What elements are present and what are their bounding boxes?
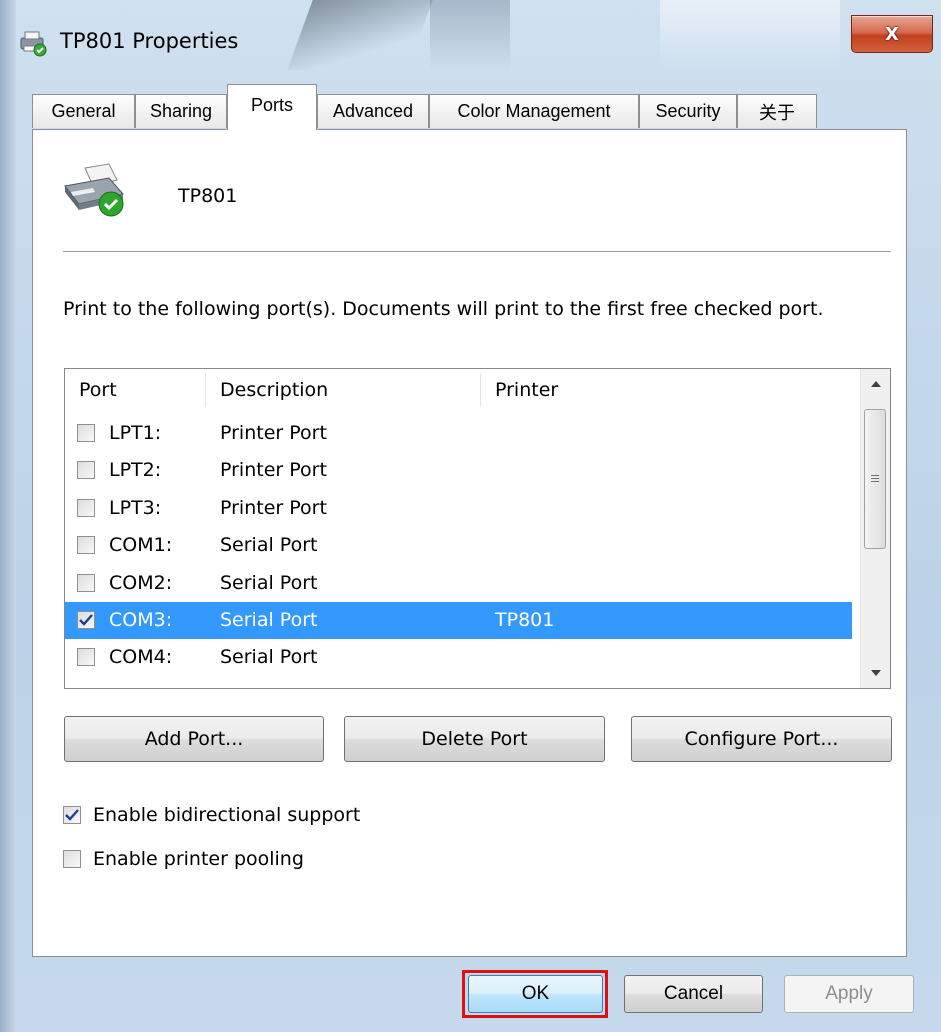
ports-tab-panel: TP801 Print to the following port(s). Do…: [32, 129, 907, 957]
tab-sharing[interactable]: Sharing: [135, 94, 227, 128]
port-port-cell: LPT3:: [109, 496, 162, 519]
port-checkbox[interactable]: [77, 461, 95, 480]
chevron-down-icon: [870, 670, 881, 676]
window-title: TP801 Properties: [60, 29, 239, 53]
tab-label: Advanced: [332, 101, 414, 121]
column-header-printer[interactable]: Printer: [481, 369, 851, 411]
tab-security[interactable]: Security: [639, 94, 737, 128]
port-row[interactable]: LPT2: Printer Port: [65, 452, 852, 489]
scrollbar-thumb[interactable]: [864, 409, 886, 549]
port-checkbox[interactable]: [77, 424, 95, 442]
port-description-cell: Serial Port: [220, 646, 318, 669]
tab-label: Color Management: [457, 101, 611, 121]
tab-color-management[interactable]: Color Management: [429, 94, 639, 128]
port-port-cell: COM4:: [109, 646, 173, 669]
port-description-cell: Serial Port: [220, 534, 318, 557]
divider: [63, 251, 891, 252]
tab-label: 关于: [759, 102, 795, 123]
bidirectional-support-option[interactable]: Enable bidirectional support: [63, 800, 360, 830]
port-row[interactable]: LPT1: Printer Port: [65, 415, 852, 452]
glass-decoration: [287, 0, 433, 70]
properties-window: TP801 Properties X General Sharing Ports…: [0, 0, 941, 1032]
cancel-button[interactable]: Cancel: [624, 975, 763, 1013]
port-port-cell: COM3:: [109, 609, 173, 631]
printer-pooling-option[interactable]: Enable printer pooling: [63, 844, 304, 874]
checkmark-icon: [65, 809, 79, 821]
port-port-cell: COM1:: [109, 534, 173, 557]
checkmark-icon: [79, 614, 93, 626]
port-list-header: Port Description Printer: [65, 369, 860, 411]
tab-about[interactable]: 关于: [737, 94, 817, 128]
port-description-cell: Printer Port: [220, 496, 327, 519]
port-checkbox[interactable]: [77, 573, 95, 592]
printer-icon: [63, 162, 133, 222]
window-frame-edge: [0, 0, 16, 1032]
close-button[interactable]: X: [851, 15, 933, 53]
tab-ports[interactable]: Ports: [227, 84, 317, 130]
port-list[interactable]: Port Description Printer LPT1: Printer Po…: [64, 368, 891, 689]
add-port-button[interactable]: Add Port...: [64, 716, 324, 762]
port-instructions: Print to the following port(s). Document…: [63, 298, 824, 320]
scroll-down-button[interactable]: [861, 658, 890, 688]
port-checkbox[interactable]: [77, 498, 95, 517]
close-icon: X: [885, 23, 899, 45]
printer-name: TP801: [178, 185, 238, 207]
printer-title-icon: [18, 28, 48, 58]
scroll-up-button[interactable]: [861, 369, 890, 399]
port-description-cell: Printer Port: [220, 459, 327, 482]
port-checkbox[interactable]: [77, 536, 95, 555]
port-checkbox[interactable]: [77, 648, 95, 667]
glass-decoration: [660, 0, 840, 70]
port-printer-cell: TP801: [495, 609, 555, 631]
pooling-label: Enable printer pooling: [93, 848, 304, 870]
tab-label: Ports: [250, 95, 293, 115]
port-list-scrollbar[interactable]: [860, 369, 890, 688]
column-header-port[interactable]: Port: [65, 369, 205, 411]
bidirectional-checkbox[interactable]: [63, 806, 81, 824]
tab-general[interactable]: General: [32, 94, 135, 128]
port-port-cell: LPT2:: [109, 459, 162, 482]
ok-highlight-frame: [462, 970, 608, 1018]
column-header-description[interactable]: Description: [206, 369, 480, 411]
tab-label: Sharing: [149, 101, 213, 121]
port-row[interactable]: COM1: Serial Port: [65, 527, 852, 564]
apply-button[interactable]: Apply: [784, 975, 914, 1013]
port-port-cell: COM2:: [109, 571, 173, 594]
glass-decoration: [430, 0, 510, 70]
tab-label: Security: [655, 101, 721, 121]
port-description-cell: Serial Port: [220, 609, 318, 631]
port-row[interactable]: COM2: Serial Port: [65, 565, 852, 602]
tab-label: General: [51, 101, 116, 121]
bidirectional-label: Enable bidirectional support: [93, 804, 361, 826]
port-description-cell: Printer Port: [220, 422, 327, 444]
port-checkbox[interactable]: [77, 611, 95, 629]
port-port-cell: LPT1:: [109, 422, 162, 444]
port-row[interactable]: COM3: Serial Port TP801: [65, 602, 852, 639]
configure-port-button[interactable]: Configure Port...: [631, 716, 892, 762]
chevron-up-icon: [870, 381, 881, 387]
tab-advanced[interactable]: Advanced: [317, 94, 429, 128]
port-description-cell: Serial Port: [220, 571, 318, 594]
port-row[interactable]: LPT3: Printer Port: [65, 490, 852, 527]
pooling-checkbox[interactable]: [63, 850, 81, 868]
port-row[interactable]: COM4: Serial Port: [65, 639, 852, 676]
delete-port-button[interactable]: Delete Port: [344, 716, 605, 762]
grip-icon: [871, 475, 879, 482]
